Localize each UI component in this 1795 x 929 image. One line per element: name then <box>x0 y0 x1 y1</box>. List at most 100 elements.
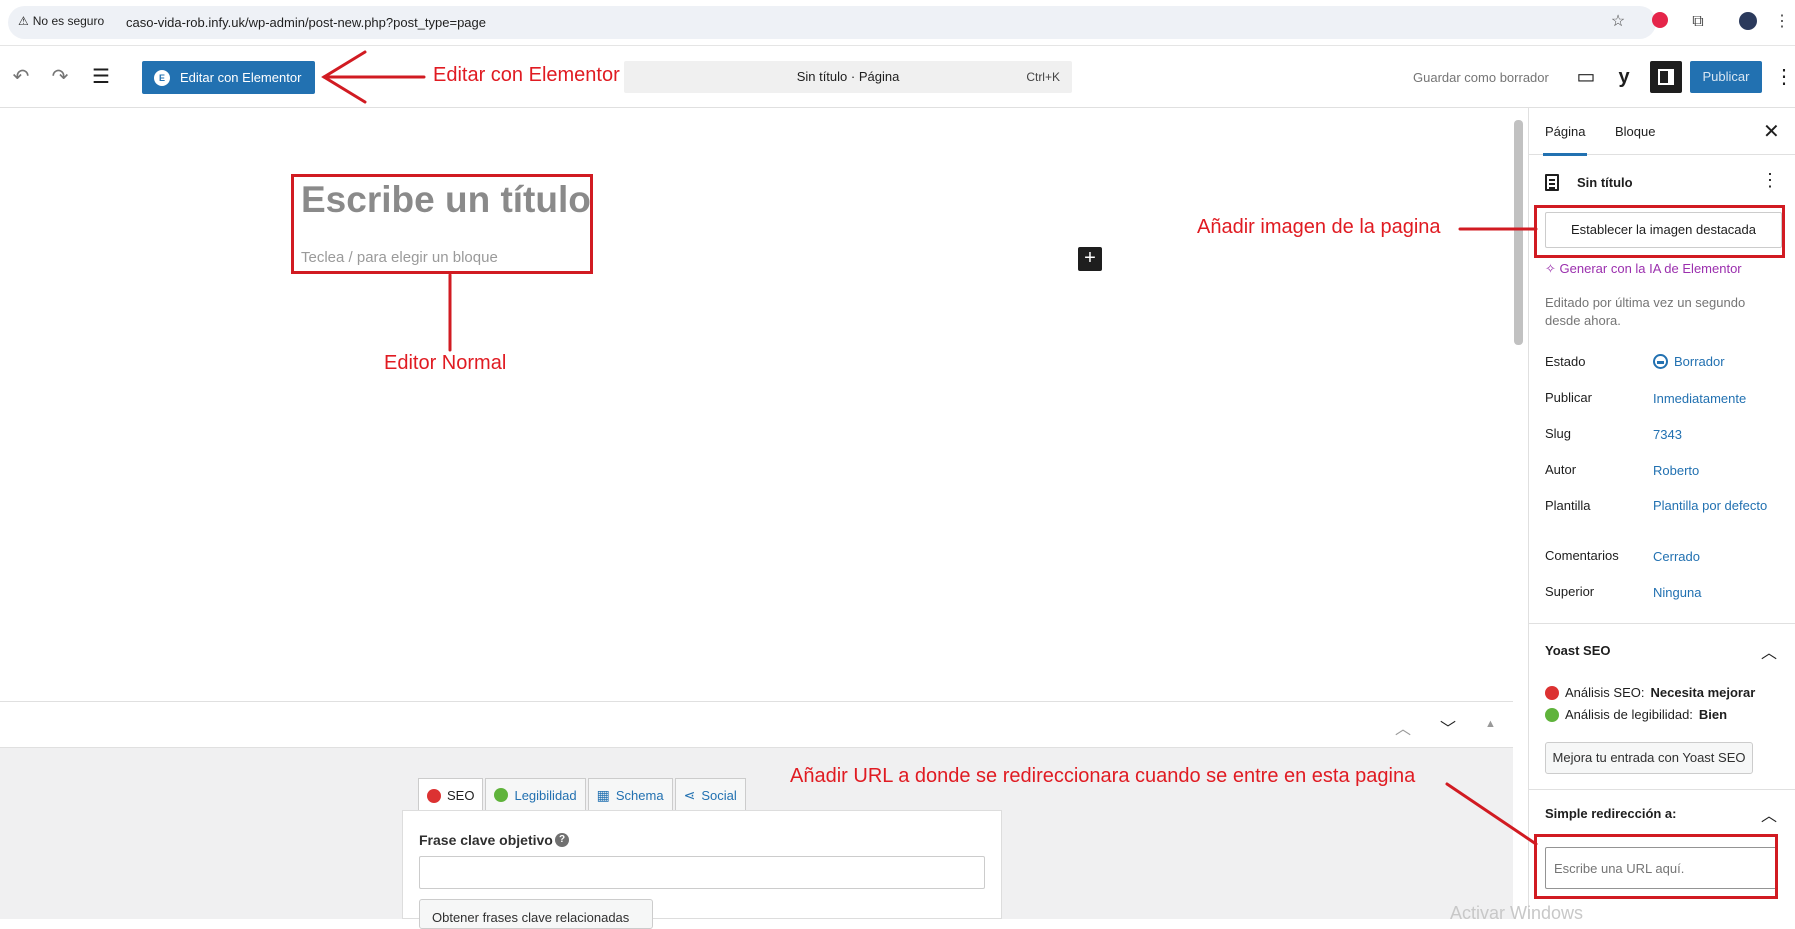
publish-button[interactable]: Publicar <box>1690 61 1762 93</box>
template-value[interactable]: Plantilla por defecto <box>1653 497 1773 514</box>
generate-ai-link[interactable]: ✧ Generar con la IA de Elementor <box>1545 261 1742 277</box>
elementor-icon: E <box>154 69 170 86</box>
annotation-box-featured <box>1534 205 1785 258</box>
page-icon <box>1545 174 1559 191</box>
annotation-featured-image: Añadir imagen de la pagina <box>1197 216 1441 238</box>
edit-with-elementor-label: Editar con Elementor <box>180 70 302 85</box>
document-overview-icon[interactable]: ☰ <box>89 65 113 89</box>
adblock-extension-icon[interactable] <box>1650 12 1670 32</box>
chevron-down-icon[interactable]: ﹀ <box>1440 715 1456 739</box>
sparkle-icon: ✧ <box>1545 261 1556 276</box>
redirect-panel-title[interactable]: Simple redirección a: <box>1545 806 1677 821</box>
tab-social[interactable]: ⋖ Social <box>674 778 746 811</box>
comments-value[interactable]: Cerrado <box>1653 548 1773 565</box>
yoast-seo-panel: Frase clave objetivo ? Obtener frases cl… <box>402 810 1002 929</box>
sidebar-doc-title: Sin título <box>1577 175 1633 190</box>
tab-schema-label: Schema <box>615 787 664 803</box>
security-indicator[interactable]: ⚠ No es seguro <box>18 14 104 28</box>
publish-value[interactable]: Inmediatamente <box>1653 390 1773 407</box>
author-label: Autor <box>1545 462 1577 477</box>
share-icon: ⋖ <box>683 786 696 803</box>
bookmark-star-icon[interactable]: ☆ <box>1608 12 1628 32</box>
template-label: Plantilla <box>1545 498 1591 513</box>
editor-toolbar: ↶ ↷ ☰ E Editar con Elementor Sin título … <box>0 47 1795 108</box>
metabox-bar: ︿ ﹀ ▲ <box>0 701 1513 748</box>
publish-label: Publicar <box>1545 390 1592 405</box>
browser-menu-icon[interactable]: ⋮ <box>1772 12 1792 32</box>
grid-icon: ▦ <box>596 786 610 803</box>
settings-toggle-button[interactable] <box>1650 61 1682 93</box>
edit-with-elementor-button[interactable]: E Editar con Elementor <box>142 61 315 94</box>
extensions-icon[interactable]: ⧉ <box>1688 12 1708 32</box>
draft-status-icon <box>1653 354 1668 369</box>
comments-label: Comentarios <box>1545 548 1619 563</box>
readability-status-icon <box>494 788 509 802</box>
profile-avatar[interactable] <box>1738 12 1758 32</box>
yoast-tabs: SEO Legibilidad ▦ Schema ⋖ Social <box>418 778 748 812</box>
command-shortcut: Ctrl+K <box>1026 70 1060 84</box>
options-menu-icon[interactable]: ⋮ <box>1772 65 1795 89</box>
keyphrase-label: Frase clave objetivo <box>419 832 553 848</box>
seo-analysis-row: Análisis SEO: Necesita mejorar <box>1545 685 1755 700</box>
preview-icon[interactable]: ▭ <box>1574 65 1598 89</box>
annotation-redirect: Añadir URL a donde se redireccionara cua… <box>790 765 1416 787</box>
author-value[interactable]: Roberto <box>1653 462 1773 479</box>
redo-icon[interactable]: ↷ <box>48 65 72 89</box>
parent-value[interactable]: Ninguna <box>1653 584 1773 601</box>
status-value-text: Borrador <box>1674 354 1725 369</box>
annotation-elementor: Editar con Elementor <box>433 64 620 86</box>
help-icon[interactable]: ? <box>555 833 569 847</box>
tab-legibilidad[interactable]: Legibilidad <box>485 778 586 811</box>
parent-label: Superior <box>1545 584 1595 599</box>
generate-ai-label: Generar con la IA de Elementor <box>1559 261 1742 276</box>
seo-status-icon <box>427 788 441 803</box>
annotation-box-redirect <box>1534 834 1778 899</box>
sad-face-icon <box>1545 685 1559 700</box>
readability-label: Análisis de legibilidad: <box>1565 707 1693 722</box>
slug-label: Slug <box>1545 426 1572 441</box>
url-text[interactable]: caso-vida-rob.infy.uk/wp-admin/post-new.… <box>126 15 486 30</box>
related-keyphrases-button[interactable]: Obtener frases clave relacionadas <box>419 899 653 929</box>
readability-row: Análisis de legibilidad: Bien <box>1545 707 1727 722</box>
tab-pagina[interactable]: Página <box>1542 124 1588 156</box>
improve-with-yoast-button[interactable]: Mejora tu entrada con Yoast SEO <box>1545 742 1753 774</box>
annotation-box-editor <box>291 174 593 274</box>
triangle-up-icon[interactable]: ▲ <box>1485 718 1496 730</box>
browser-bar: ⚠ No es seguro caso-vida-rob.infy.uk/wp-… <box>0 0 1795 46</box>
tab-social-label: Social <box>701 787 737 803</box>
annotation-normal-editor: Editor Normal <box>384 352 507 374</box>
yoast-panel-title[interactable]: Yoast SEO <box>1545 643 1611 658</box>
windows-activation-watermark: Activar Windows <box>1450 903 1584 923</box>
command-palette-bar[interactable]: Sin título · Página Ctrl+K <box>624 61 1072 93</box>
divider <box>1529 623 1795 624</box>
status-value[interactable]: Borrador <box>1653 353 1773 370</box>
slug-value[interactable]: 7343 <box>1653 426 1773 443</box>
seo-analysis-value: Necesita mejorar <box>1650 685 1756 700</box>
block-inserter-button[interactable]: + <box>1078 247 1102 271</box>
sidebar-tabs: Página Bloque ✕ <box>1529 108 1795 156</box>
tab-bloque[interactable]: Bloque <box>1615 124 1655 139</box>
divider <box>1529 789 1795 790</box>
tab-seo[interactable]: SEO <box>418 778 484 812</box>
yoast-icon[interactable]: y <box>1612 65 1636 89</box>
chevron-up-icon[interactable]: ︿ <box>1761 802 1777 826</box>
editor-canvas[interactable] <box>0 108 1513 701</box>
canvas-scrollbar[interactable] <box>1514 120 1523 345</box>
seo-analysis-label: Análisis SEO: <box>1565 685 1645 700</box>
tab-schema[interactable]: ▦ Schema <box>587 778 673 811</box>
document-title: Sin título · Página <box>796 69 900 84</box>
close-icon[interactable]: ✕ <box>1763 119 1780 144</box>
security-label: No es seguro <box>32 14 105 28</box>
chevron-up-icon[interactable]: ︿ <box>1761 639 1777 663</box>
tab-seo-label: SEO <box>447 788 475 803</box>
tab-legibilidad-label: Legibilidad <box>514 787 577 803</box>
keyphrase-input[interactable] <box>419 856 985 889</box>
happy-face-icon <box>1545 707 1559 722</box>
address-bar[interactable]: ⚠ No es seguro caso-vida-rob.infy.uk/wp-… <box>8 6 1656 39</box>
readability-value: Bien <box>1698 707 1728 722</box>
last-edited-text: Editado por última vez un segundo desde … <box>1545 295 1746 328</box>
chevron-up-icon[interactable]: ︿ <box>1395 715 1411 739</box>
save-draft-button[interactable]: Guardar como borrador <box>1413 70 1549 85</box>
undo-icon[interactable]: ↶ <box>9 65 33 89</box>
more-options-icon[interactable]: ⋮ <box>1761 170 1779 191</box>
